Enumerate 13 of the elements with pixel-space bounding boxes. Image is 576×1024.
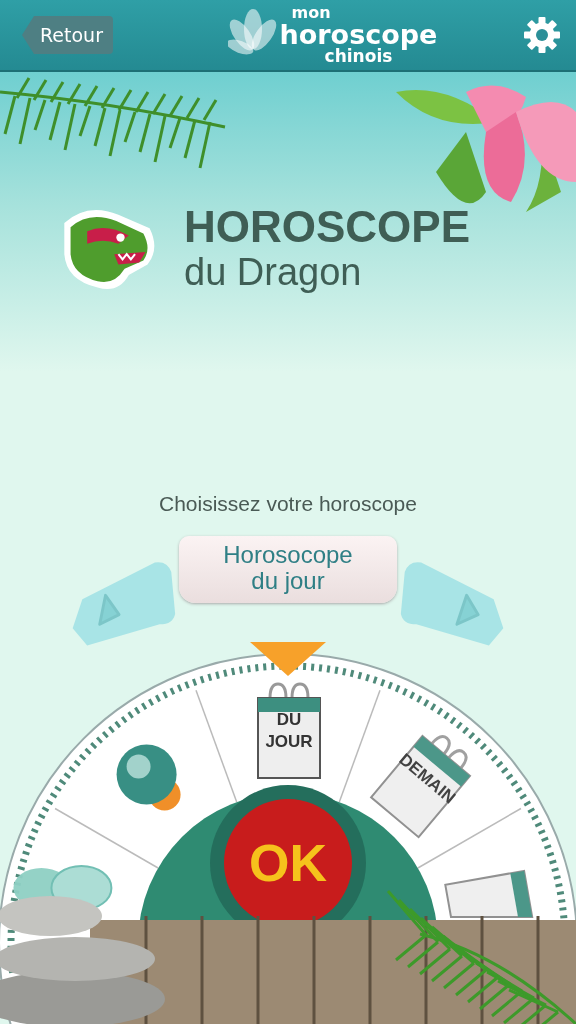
title-heading: HOROSCOPE [184,204,471,251]
calendar-label: DU [276,710,302,729]
prompt-text: Choisissez votre horoscope [158,492,418,516]
logo-text: mon [291,5,331,21]
crystal-ball-icon[interactable] [116,744,181,811]
logo-text: chinois [324,48,393,65]
back-button[interactable]: Retour [22,16,113,54]
selection-label: Horosocope du jour [179,536,397,603]
calendar-icon[interactable] [444,869,534,918]
calendar-label: JOUR [265,732,313,751]
settings-icon[interactable] [522,15,562,55]
title-subheading: du Dragon [184,250,363,294]
logo-text: horoscope [279,21,438,48]
